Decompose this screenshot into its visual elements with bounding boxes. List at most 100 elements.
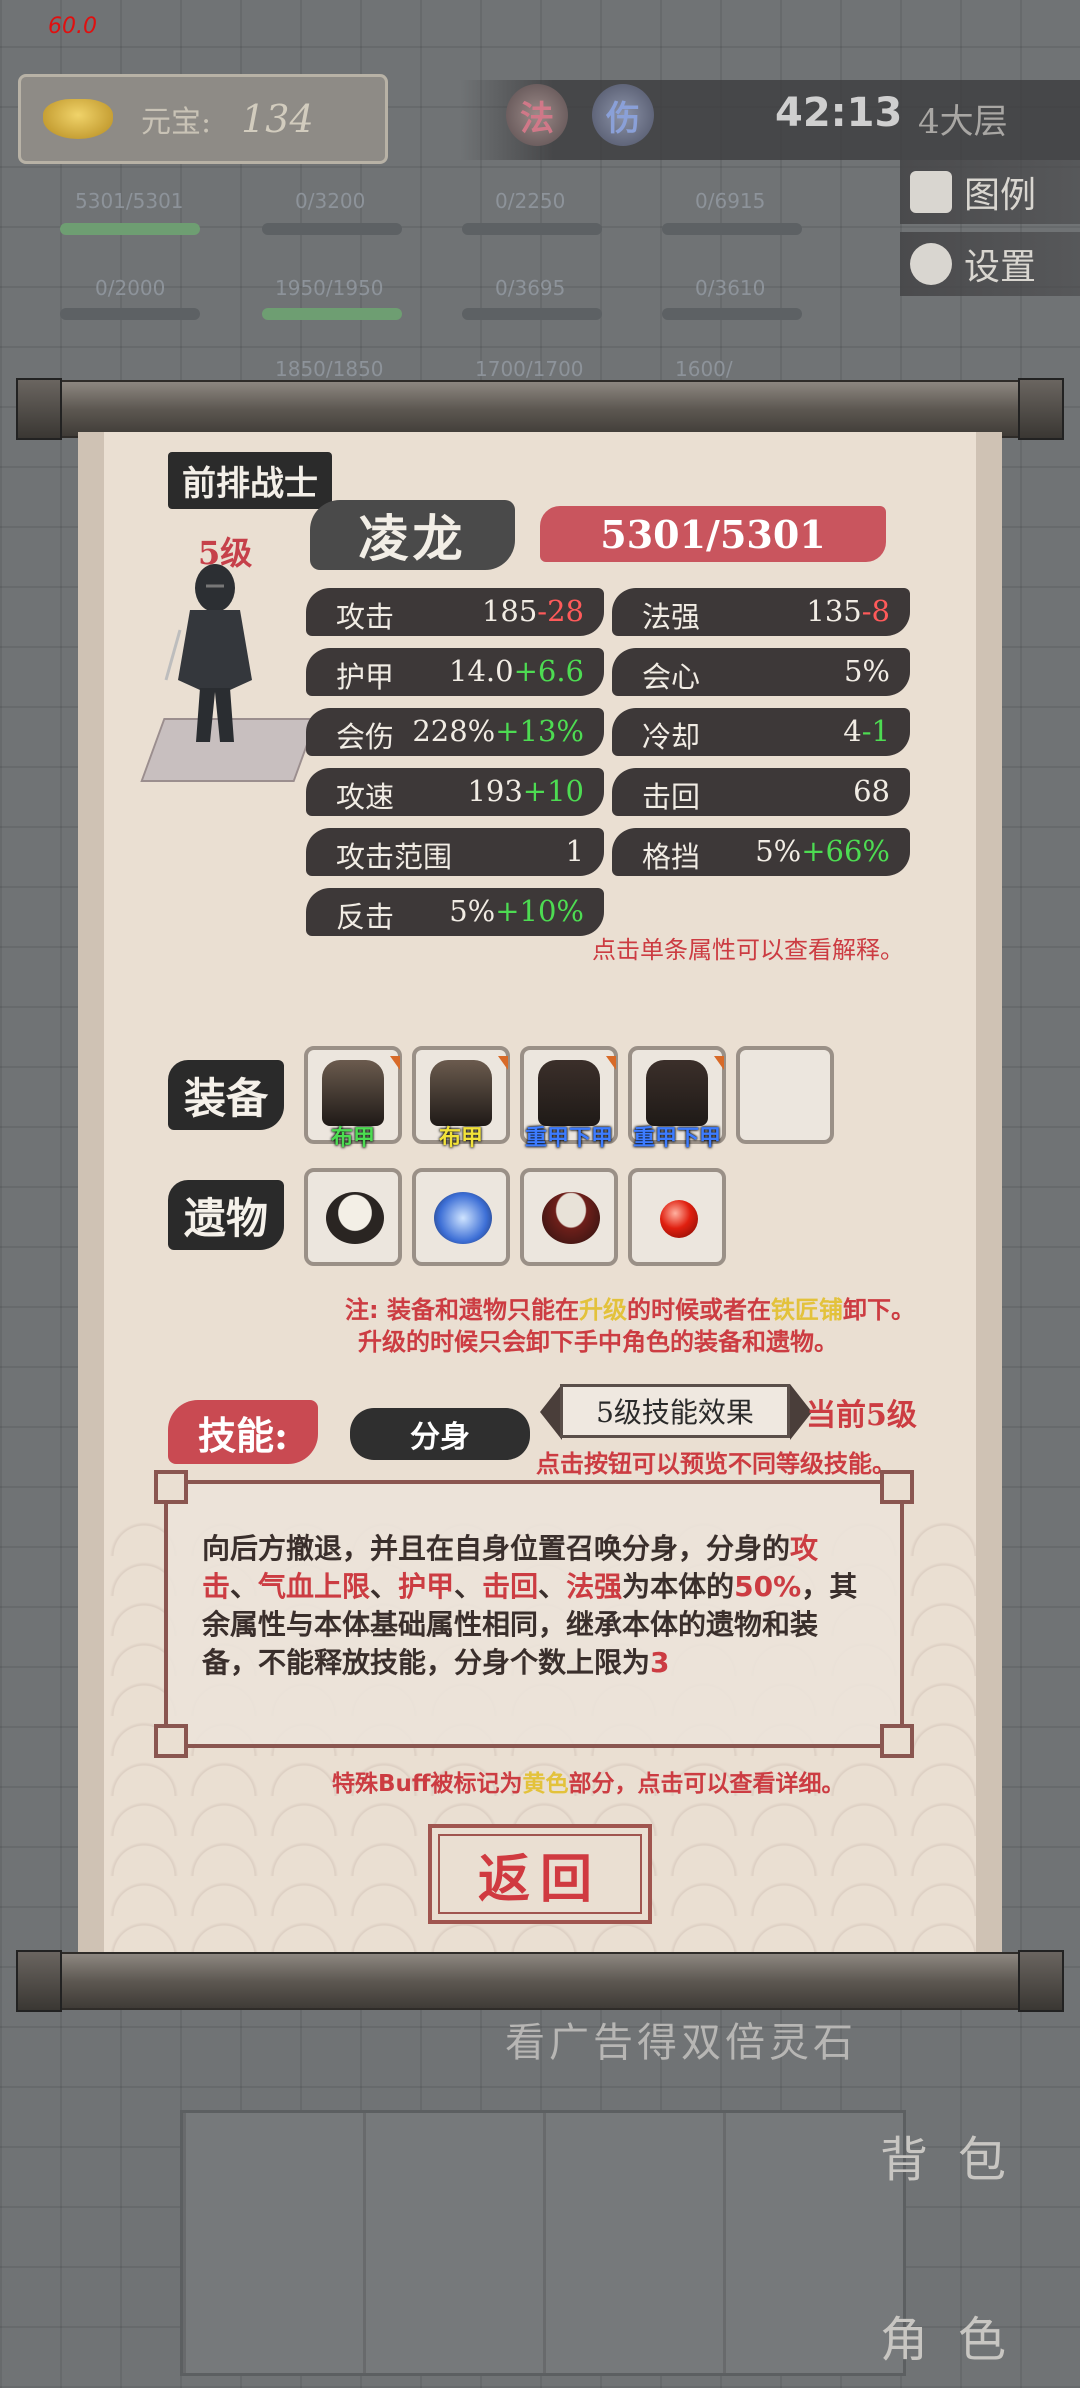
description-text: 、 (454, 1570, 483, 1603)
stat-bonus: +6.6 (513, 654, 584, 688)
stat-key: 攻击 (336, 600, 395, 634)
unit-hp: 0/2000 (95, 276, 166, 300)
note-text: 卸下。 (842, 1296, 915, 1324)
quality-marker (714, 1056, 724, 1070)
description-text: 、 (370, 1570, 399, 1603)
stat-bonus: -28 (537, 594, 584, 628)
note-text: 注: 装备和遗物只能在 (345, 1296, 579, 1324)
stat-key: 护甲 (336, 660, 395, 694)
prev-level-arrow-icon[interactable] (540, 1384, 562, 1440)
relic-slot[interactable] (304, 1168, 402, 1266)
stat-value: 5% (844, 654, 890, 688)
stage-timer: 42:13 (775, 90, 903, 136)
stat-row[interactable]: 反击 5%+10% (306, 888, 604, 936)
quality-marker (390, 1056, 400, 1070)
stat-bonus: +10 (522, 774, 584, 808)
stat-key: 反击 (336, 900, 395, 934)
stat-key: 格挡 (642, 840, 701, 874)
stat-value: 14.0+6.6 (449, 654, 584, 688)
stat-value: 228%+13% (412, 714, 584, 748)
relics-label: 遗物 (168, 1180, 284, 1250)
note-text: 特殊Buff被标记为 (332, 1771, 523, 1797)
scroll-rod-bottom (16, 1950, 1064, 2012)
stat-row[interactable]: 攻速 193+10 (306, 768, 604, 816)
rod-cap (16, 1950, 62, 2012)
skill-description: 向后方撤退，并且在自身位置召唤分身，分身的攻击、气血上限、护甲、击回、法强为本体… (202, 1530, 870, 1682)
highlighted-term[interactable]: 击回 (482, 1570, 538, 1603)
currency-panel: 元宝: 134 (18, 74, 388, 164)
stat-value: 135-8 (806, 594, 890, 628)
unit-hp: 1700/1700 (475, 357, 584, 381)
stat-value: 1 (566, 834, 584, 868)
floor-label: 4大层 (918, 102, 1008, 142)
armor-icon (430, 1060, 492, 1126)
stat-row[interactable]: 冷却 4-1 (612, 708, 910, 756)
unit-hp: 0/6915 (695, 189, 766, 213)
note-highlight: 黄色 (522, 1771, 569, 1797)
stat-bonus: +10% (495, 894, 584, 928)
relic-slot[interactable] (628, 1168, 726, 1266)
stat-row[interactable]: 法强 135-8 (612, 588, 910, 636)
magic-element-icon[interactable]: 法 (506, 84, 568, 146)
stat-key: 会伤 (336, 720, 395, 754)
stat-row[interactable]: 会心 5% (612, 648, 910, 696)
equipment-slot[interactable]: 布甲 (412, 1046, 510, 1151)
equipment-slot[interactable]: 布甲 (304, 1046, 402, 1151)
stat-row[interactable]: 击回 68 (612, 768, 910, 816)
character-hp: 5301/5301 (540, 506, 886, 562)
note-highlight[interactable]: 铁匠铺 (771, 1296, 843, 1324)
stat-base: 5% (843, 654, 890, 688)
stat-value: 68 (853, 774, 890, 808)
unit-hp: 0/2250 (495, 189, 566, 213)
stat-base: 4 (843, 714, 862, 748)
role-button[interactable]: 角色 (880, 2300, 1036, 2370)
highlighted-term[interactable]: 法强 (566, 1570, 622, 1603)
skill-hint: 点击按钮可以预览不同等级技能。 (536, 1450, 896, 1478)
highlighted-term[interactable]: 50% (734, 1570, 801, 1603)
unit-hp-bar (462, 308, 602, 320)
equipment-slot[interactable]: 重甲下甲 (628, 1046, 726, 1151)
role-tag: 前排战士 (168, 452, 332, 509)
frame-corner (154, 1470, 188, 1504)
stat-base: 135 (806, 594, 862, 628)
equipment-slot[interactable]: 重甲下甲 (520, 1046, 618, 1151)
character-name: 凌龙 (310, 500, 515, 570)
stat-hint: 点击单条属性可以查看解释。 (592, 936, 904, 964)
damage-element-icon[interactable]: 伤 (592, 84, 654, 146)
equipment-name: 布甲 (438, 1126, 483, 1151)
unit-hp-bar (262, 223, 402, 235)
return-button[interactable]: 返回 (428, 1824, 652, 1924)
stat-key: 击回 (642, 780, 701, 814)
armor-icon (322, 1060, 384, 1126)
red-pearl-icon (660, 1200, 698, 1238)
current-skill-level: 当前5级 (806, 1398, 917, 1433)
highlighted-term[interactable]: 气血上限 (258, 1570, 370, 1603)
unit-hp-bar (262, 308, 402, 320)
stat-base: 68 (853, 774, 890, 808)
stat-row[interactable]: 攻击 185-28 (306, 588, 604, 636)
rod-cap (1018, 378, 1064, 440)
unit-row-1: 5301/5301 0/3200 0/2250 0/6915 (0, 185, 1080, 255)
stat-bonus: +66% (801, 834, 890, 868)
stat-row[interactable]: 会伤 228%+13% (306, 708, 604, 756)
relic-slot[interactable] (520, 1168, 618, 1266)
skill-name[interactable]: 分身 (350, 1408, 530, 1460)
skill-label: 技能: (168, 1400, 318, 1464)
skill-level-preview-button[interactable]: 5级技能效果 (560, 1384, 790, 1438)
highlighted-term[interactable]: 护甲 (398, 1570, 454, 1603)
note-highlight[interactable]: 升级 (579, 1296, 627, 1324)
relic-slot[interactable] (412, 1168, 510, 1266)
unit-hp: 0/3200 (295, 189, 366, 213)
stat-row[interactable]: 格挡 5%+66% (612, 828, 910, 876)
watch-ad-button[interactable]: 看广告得双倍灵石 (505, 2010, 857, 2068)
rod-cap (1018, 1950, 1064, 2012)
stat-row[interactable]: 护甲 14.0+6.6 (306, 648, 604, 696)
unit-row-2: 0/2000 1950/1950 0/3695 0/3610 (0, 272, 1080, 342)
bag-button[interactable]: 背包 (880, 2120, 1036, 2190)
equipment-slot[interactable] (736, 1046, 834, 1144)
stat-value: 185-28 (482, 594, 584, 628)
stat-row[interactable]: 攻击范围 1 (306, 828, 604, 876)
stat-value: 5%+10% (449, 894, 584, 928)
highlighted-term[interactable]: 3 (650, 1646, 669, 1679)
stat-value: 193+10 (467, 774, 584, 808)
